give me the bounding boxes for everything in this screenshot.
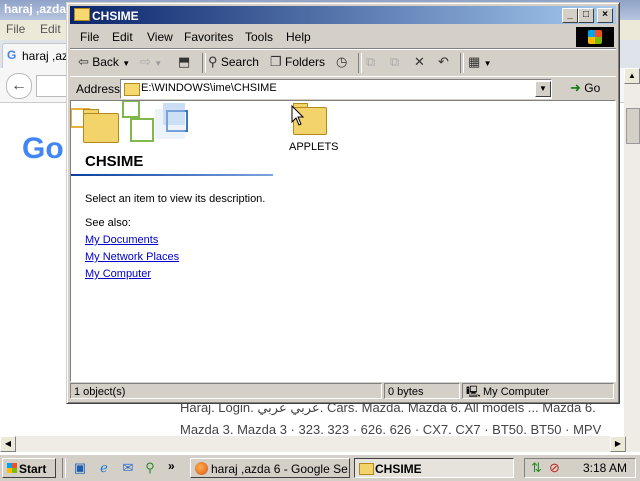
- browser-menu-edit[interactable]: Edit: [40, 22, 61, 36]
- address-dropdown-button[interactable]: ▼: [535, 81, 551, 97]
- google-tab-icon: G: [7, 48, 17, 62]
- address-value: E:\WINDOWS\ime\CHSIME: [141, 82, 277, 94]
- maximize-button[interactable]: □: [578, 8, 594, 23]
- system-tray: ⇅ ⊘ 3:18 AM: [524, 458, 636, 478]
- chevron-down-icon: ▼: [483, 59, 492, 68]
- folder-icon: [359, 463, 374, 475]
- explorer-titlebar[interactable]: CHSIME _ □ ×: [70, 6, 616, 24]
- browser-menu-file[interactable]: File: [6, 22, 25, 36]
- browser-vertical-scrollbar[interactable]: ▲: [624, 68, 640, 436]
- undo-button[interactable]: ↶: [438, 54, 449, 70]
- undo-icon: ↶: [438, 54, 449, 69]
- status-bar: 1 object(s) 0 bytes 🖳 My Computer: [70, 381, 616, 401]
- move-to-button[interactable]: ⧉: [366, 54, 375, 70]
- status-size: 0 bytes: [384, 383, 460, 399]
- windows-flag-icon: [588, 30, 602, 44]
- forward-button[interactable]: ⇨ ▼: [140, 54, 162, 70]
- address-label: Address: [76, 82, 121, 96]
- chevron-down-icon: ▼: [122, 59, 131, 68]
- toolbar-separator: [358, 53, 362, 73]
- task-browser[interactable]: haraj ,azda 6 - Google Se...: [190, 458, 350, 478]
- browser-horizontal-scrollbar[interactable]: ◀ ▶: [0, 436, 640, 452]
- my-computer-icon: 🖳: [466, 386, 481, 398]
- scroll-left-icon[interactable]: ◀: [0, 436, 16, 452]
- status-object-count: 1 object(s): [70, 383, 382, 399]
- clock[interactable]: 3:18 AM: [583, 461, 627, 475]
- minimize-button[interactable]: _: [562, 8, 578, 23]
- toolbar-separator: [460, 53, 464, 73]
- folders-button[interactable]: ❐ Folders: [270, 54, 325, 70]
- outlook-express-icon[interactable]: ✉: [120, 460, 136, 476]
- toolbar-separator: [202, 53, 206, 73]
- explorer-menubar: File Edit View Favorites Tools Help: [70, 26, 616, 49]
- menu-tools[interactable]: Tools: [245, 30, 273, 44]
- browser-title: haraj ,azda: [4, 2, 67, 16]
- applets-item-label[interactable]: APPLETS: [289, 141, 339, 153]
- up-folder-button[interactable]: ⬒: [178, 54, 190, 70]
- status-zone: 🖳 My Computer: [462, 383, 614, 399]
- internet-explorer-icon[interactable]: ℯ: [96, 460, 112, 476]
- menu-edit[interactable]: Edit: [112, 30, 133, 44]
- menu-favorites[interactable]: Favorites: [184, 30, 233, 44]
- scroll-up-icon[interactable]: ▲: [624, 68, 640, 84]
- copy-to-icon: ⧉: [390, 54, 400, 69]
- address-bar: Address E:\WINDOWS\ime\CHSIME ▼ ➜ Go: [70, 76, 616, 101]
- close-button[interactable]: ×: [597, 8, 613, 23]
- windows-flag-icon: [7, 463, 17, 473]
- scroll-right-icon[interactable]: ▶: [610, 436, 626, 452]
- scroll-thumb[interactable]: [626, 108, 640, 144]
- network-icon[interactable]: ⇅: [531, 460, 542, 476]
- taskbar: Start ▣ ℯ ✉ ⚲ » haraj ,azda 6 - Google S…: [0, 454, 640, 481]
- explorer-toolbar: ⇦ Back ▼ ⇨ ▼ ⬒ ⚲ Search ❐ Folders ◷ ⧉ ⧉ …: [70, 49, 616, 77]
- menu-view[interactable]: View: [147, 30, 173, 44]
- back-arrow-icon: ⇦: [78, 54, 89, 69]
- address-field[interactable]: E:\WINDOWS\ime\CHSIME ▼: [120, 79, 552, 99]
- firefox-icon: [195, 462, 208, 475]
- go-button[interactable]: ➜ Go: [570, 80, 600, 96]
- history-icon: ◷: [336, 54, 348, 69]
- applets-item-wrapper: APPLETS: [71, 101, 615, 381]
- browser-tab-label: haraj ,az: [22, 49, 69, 63]
- folder-icon: [124, 83, 140, 96]
- folders-icon: ❐: [270, 54, 282, 69]
- up-folder-icon: ⬒: [178, 54, 191, 69]
- go-arrow-icon: ➜: [570, 80, 581, 95]
- browser-back-button[interactable]: ←: [6, 73, 32, 99]
- windows-logo: [576, 27, 614, 47]
- move-to-icon: ⧉: [366, 54, 376, 69]
- folder-content-area[interactable]: CHSIME Select an item to view its descri…: [70, 100, 616, 382]
- task-explorer[interactable]: CHSIME: [354, 458, 514, 478]
- explorer-window: CHSIME _ □ × File Edit View Favorites To…: [66, 2, 620, 404]
- taskbar-separator: [62, 458, 66, 478]
- delete-button[interactable]: ✕: [414, 54, 425, 70]
- mouse-cursor-icon: [291, 105, 305, 126]
- search-icon[interactable]: ⚲: [142, 460, 158, 476]
- menu-file[interactable]: File: [80, 30, 99, 44]
- quick-launch-chevron[interactable]: »: [168, 459, 175, 473]
- chevron-down-icon: ▼: [154, 59, 163, 68]
- delete-icon: ✕: [414, 54, 425, 69]
- views-icon: ▦: [468, 54, 481, 69]
- start-button[interactable]: Start: [2, 458, 56, 478]
- search-icon: ⚲: [208, 54, 218, 69]
- security-icon[interactable]: ⊘: [549, 460, 560, 476]
- forward-arrow-icon: ⇨: [140, 54, 151, 69]
- search-button[interactable]: ⚲ Search: [208, 54, 259, 70]
- back-button[interactable]: ⇦ Back ▼: [78, 54, 130, 70]
- copy-to-button[interactable]: ⧉: [390, 54, 399, 70]
- window-title: CHSIME: [92, 9, 139, 23]
- show-desktop-icon[interactable]: ▣: [72, 460, 88, 476]
- menu-help[interactable]: Help: [286, 30, 311, 44]
- views-button[interactable]: ▦ ▼: [468, 54, 492, 70]
- history-button[interactable]: ◷: [336, 54, 347, 70]
- search-result-line: Mazda 3. Mazda 3 · 323. 323 · 626. 626 ·…: [180, 422, 602, 437]
- folder-icon: [74, 8, 90, 21]
- google-logo: Go: [22, 132, 64, 165]
